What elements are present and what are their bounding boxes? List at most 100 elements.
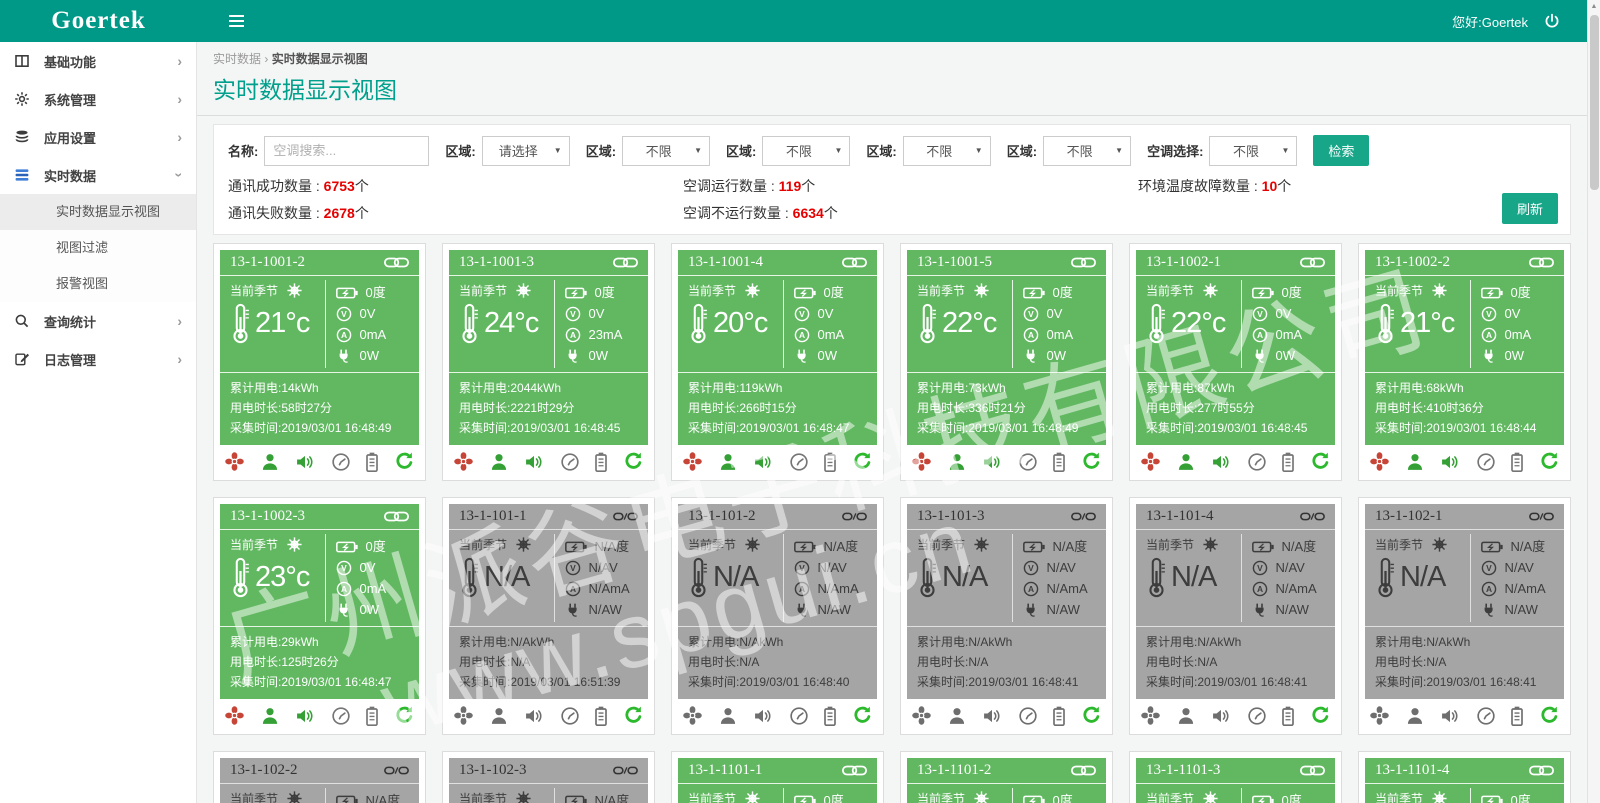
search-button[interactable]: 检索 <box>1313 135 1369 166</box>
speaker-icon[interactable] <box>1210 706 1232 726</box>
link-connected-icon[interactable] <box>1300 764 1325 777</box>
link-connected-icon[interactable] <box>842 256 867 269</box>
refresh-icon[interactable] <box>1539 451 1560 472</box>
battery-icon[interactable] <box>1281 706 1295 726</box>
gauge-icon[interactable] <box>331 706 351 726</box>
speaker-icon[interactable] <box>1439 706 1461 726</box>
region-select-4[interactable]: 不限▼ <box>903 136 991 166</box>
gauge-icon[interactable] <box>789 706 809 726</box>
link-connected-icon[interactable] <box>613 256 638 269</box>
speaker-icon[interactable] <box>981 452 1003 472</box>
device-card[interactable]: 13-1-1001-3 当前季节 <box>442 243 655 481</box>
speaker-icon[interactable] <box>523 452 545 472</box>
link-connected-icon[interactable] <box>1071 764 1096 777</box>
battery-icon[interactable] <box>594 452 608 472</box>
gauge-icon[interactable] <box>1476 452 1496 472</box>
fan-icon[interactable] <box>453 705 474 726</box>
gauge-icon[interactable] <box>1476 706 1496 726</box>
device-card[interactable]: 13-1-1101-1 当前季节 <box>671 751 884 803</box>
scrollbar-thumb[interactable] <box>1590 15 1599 190</box>
person-icon[interactable] <box>489 706 509 726</box>
submenu-item-view-filter[interactable]: 视图过滤 <box>0 230 196 266</box>
link-broken-icon[interactable] <box>1071 510 1096 523</box>
aircon-select[interactable]: 不限▼ <box>1209 136 1297 166</box>
link-connected-icon[interactable] <box>842 764 867 777</box>
speaker-icon[interactable] <box>752 452 774 472</box>
refresh-button[interactable]: 刷新 <box>1502 193 1558 224</box>
refresh-icon[interactable] <box>394 705 415 726</box>
refresh-icon[interactable] <box>1081 705 1102 726</box>
submenu-item-realtime-view[interactable]: 实时数据显示视图 <box>0 194 196 230</box>
speaker-icon[interactable] <box>752 706 774 726</box>
fan-icon[interactable] <box>682 451 703 472</box>
person-icon[interactable] <box>489 452 509 472</box>
device-card[interactable]: 13-1-101-1 当前季节 <box>442 497 655 735</box>
person-icon[interactable] <box>947 706 967 726</box>
refresh-icon[interactable] <box>394 451 415 472</box>
device-card[interactable]: 13-1-102-1 当前季节 <box>1358 497 1571 735</box>
battery-icon[interactable] <box>823 452 837 472</box>
device-card[interactable]: 13-1-1002-3 当前季节 <box>213 497 426 735</box>
battery-icon[interactable] <box>1510 452 1524 472</box>
device-card[interactable]: 13-1-1001-4 当前季节 <box>671 243 884 481</box>
person-icon[interactable] <box>1405 452 1425 472</box>
device-card[interactable]: 13-1-1002-2 当前季节 <box>1358 243 1571 481</box>
device-card[interactable]: 13-1-1101-3 当前季节 <box>1129 751 1342 803</box>
refresh-icon[interactable] <box>1310 705 1331 726</box>
refresh-icon[interactable] <box>852 451 873 472</box>
battery-icon[interactable] <box>365 452 379 472</box>
fan-icon[interactable] <box>224 705 245 726</box>
person-icon[interactable] <box>718 706 738 726</box>
battery-icon[interactable] <box>823 706 837 726</box>
link-connected-icon[interactable] <box>1071 256 1096 269</box>
refresh-icon[interactable] <box>623 705 644 726</box>
fan-icon[interactable] <box>1369 451 1390 472</box>
person-icon[interactable] <box>260 452 280 472</box>
gauge-icon[interactable] <box>560 706 580 726</box>
device-card[interactable]: 13-1-1002-1 当前季节 <box>1129 243 1342 481</box>
gauge-icon[interactable] <box>331 452 351 472</box>
gauge-icon[interactable] <box>789 452 809 472</box>
link-connected-icon[interactable] <box>384 256 409 269</box>
gauge-icon[interactable] <box>1018 706 1038 726</box>
battery-icon[interactable] <box>1281 452 1295 472</box>
device-card[interactable]: 13-1-1001-5 当前季节 <box>900 243 1113 481</box>
device-card[interactable]: 13-1-101-2 当前季节 <box>671 497 884 735</box>
person-icon[interactable] <box>1405 706 1425 726</box>
device-card[interactable]: 13-1-1101-4 当前季节 <box>1358 751 1571 803</box>
speaker-icon[interactable] <box>294 452 316 472</box>
battery-icon[interactable] <box>1052 452 1066 472</box>
gauge-icon[interactable] <box>560 452 580 472</box>
device-card[interactable]: 13-1-1001-2 当前季节 <box>213 243 426 481</box>
fan-icon[interactable] <box>682 705 703 726</box>
fan-icon[interactable] <box>224 451 245 472</box>
device-card[interactable]: 13-1-101-4 当前季节 <box>1129 497 1342 735</box>
refresh-icon[interactable] <box>1539 705 1560 726</box>
fan-icon[interactable] <box>1369 705 1390 726</box>
sidebar-item-app-settings[interactable]: 应用设置 › <box>0 118 196 156</box>
gauge-icon[interactable] <box>1018 452 1038 472</box>
link-connected-icon[interactable] <box>384 510 409 523</box>
sidebar-item-system-management[interactable]: 系统管理 › <box>0 80 196 118</box>
gauge-icon[interactable] <box>1247 452 1267 472</box>
fan-icon[interactable] <box>1140 705 1161 726</box>
battery-icon[interactable] <box>1052 706 1066 726</box>
person-icon[interactable] <box>947 452 967 472</box>
refresh-icon[interactable] <box>623 451 644 472</box>
speaker-icon[interactable] <box>523 706 545 726</box>
submenu-item-alarm-view[interactable]: 报警视图 <box>0 266 196 302</box>
battery-icon[interactable] <box>594 706 608 726</box>
refresh-icon[interactable] <box>1310 451 1331 472</box>
speaker-icon[interactable] <box>1439 452 1461 472</box>
fan-icon[interactable] <box>1140 451 1161 472</box>
speaker-icon[interactable] <box>1210 452 1232 472</box>
link-broken-icon[interactable] <box>1300 510 1325 523</box>
sidebar-item-basic-functions[interactable]: 基础功能 › <box>0 42 196 80</box>
refresh-icon[interactable] <box>852 705 873 726</box>
gauge-icon[interactable] <box>1247 706 1267 726</box>
fan-icon[interactable] <box>453 451 474 472</box>
battery-icon[interactable] <box>365 706 379 726</box>
power-icon[interactable] <box>1544 13 1560 29</box>
hamburger-menu-icon[interactable] <box>229 12 244 30</box>
link-connected-icon[interactable] <box>1529 764 1554 777</box>
